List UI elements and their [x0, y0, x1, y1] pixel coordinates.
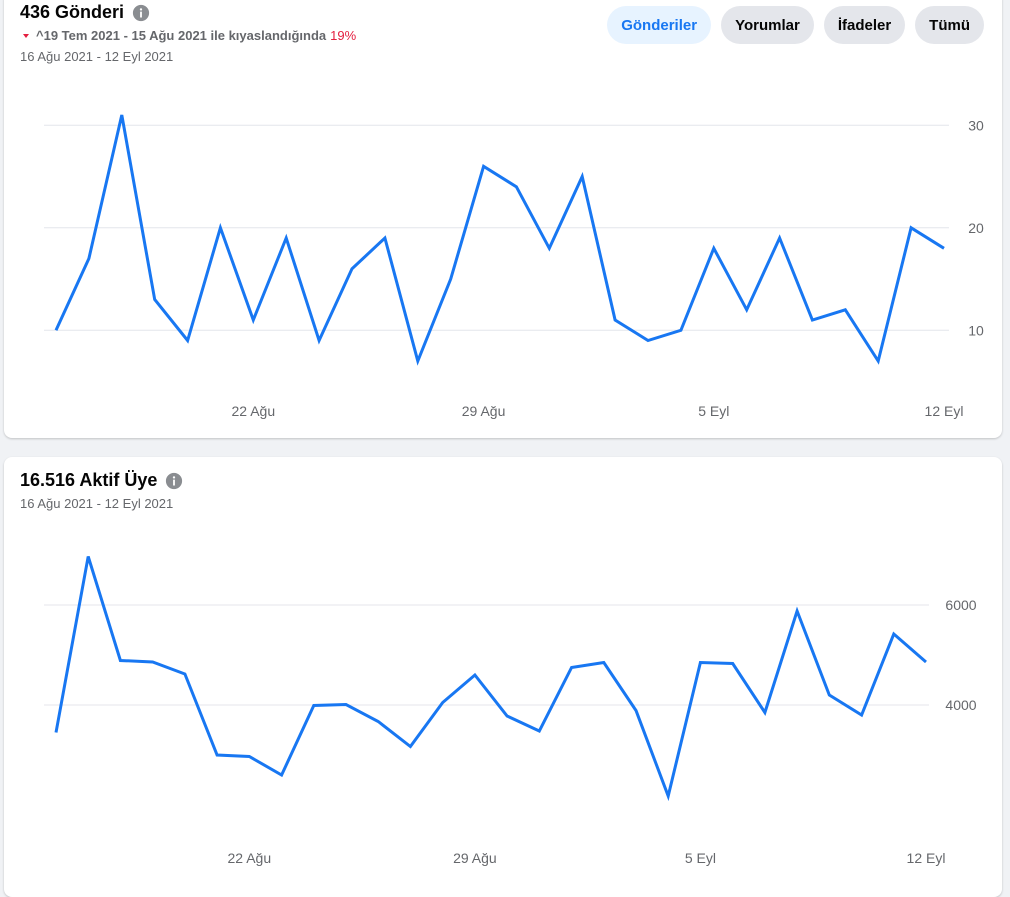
members-card: 16.516 Aktif Üye 16 Ağu 2021 - 12 Eyl 20…: [4, 457, 1002, 897]
x-tick-label: 5 Eyl: [685, 850, 716, 866]
data-point[interactable]: [856, 709, 868, 721]
data-point[interactable]: [276, 769, 288, 781]
y-tick-label: 30: [968, 117, 984, 133]
data-point[interactable]: [50, 727, 62, 739]
posts-line-chart: 10 20 30 22 Ağu 29 Ağu 5 Eyl 12 Eyl: [44, 109, 984, 419]
data-point[interactable]: [147, 656, 159, 668]
x-tick-label: 22 Ağu: [228, 850, 272, 866]
data-point[interactable]: [280, 232, 292, 244]
data-point[interactable]: [308, 700, 320, 712]
data-point[interactable]: [920, 656, 932, 668]
data-point[interactable]: [501, 710, 513, 722]
data-point[interactable]: [708, 242, 720, 254]
data-point[interactable]: [214, 222, 226, 234]
data-point[interactable]: [114, 655, 126, 667]
members-line-chart: 4000 6000 22 Ağu 29 Ağu 5 Eyl 12 Eyl: [44, 551, 977, 866]
data-point[interactable]: [609, 314, 621, 326]
data-point[interactable]: [543, 242, 555, 254]
x-tick-label: 5 Eyl: [698, 403, 729, 419]
x-tick-label: 12 Eyl: [925, 403, 964, 419]
data-point[interactable]: [741, 304, 753, 316]
data-point[interactable]: [116, 109, 128, 121]
data-point[interactable]: [888, 628, 900, 640]
data-point[interactable]: [437, 697, 449, 709]
data-point[interactable]: [642, 335, 654, 347]
data-point[interactable]: [774, 232, 786, 244]
data-point[interactable]: [404, 741, 416, 753]
data-point[interactable]: [313, 335, 325, 347]
data-point[interactable]: [872, 355, 884, 367]
data-point[interactable]: [469, 669, 481, 681]
data-point[interactable]: [675, 324, 687, 336]
data-point[interactable]: [243, 751, 255, 763]
data-point[interactable]: [566, 662, 578, 674]
data-point[interactable]: [905, 222, 917, 234]
data-point[interactable]: [533, 725, 545, 737]
x-tick-label: 12 Eyl: [907, 850, 946, 866]
data-point[interactable]: [412, 355, 424, 367]
data-point[interactable]: [82, 551, 94, 563]
data-point[interactable]: [340, 699, 352, 711]
data-point[interactable]: [379, 232, 391, 244]
y-tick-label: 6000: [945, 597, 976, 613]
data-point[interactable]: [759, 707, 771, 719]
x-tick-label: 29 Ağu: [462, 403, 506, 419]
data-point[interactable]: [211, 749, 223, 761]
data-point[interactable]: [727, 658, 739, 670]
data-point[interactable]: [50, 324, 62, 336]
data-point[interactable]: [806, 314, 818, 326]
data-point[interactable]: [694, 657, 706, 669]
y-tick-label: 4000: [945, 697, 976, 713]
data-point[interactable]: [179, 668, 191, 680]
x-tick-label: 22 Ağu: [232, 403, 276, 419]
data-point[interactable]: [478, 160, 490, 172]
data-point[interactable]: [182, 335, 194, 347]
data-point[interactable]: [83, 253, 95, 265]
data-point[interactable]: [576, 171, 588, 183]
posts-card: 436 Gönderi ^19 Tem 2021 - 15 Ağu 2021 i…: [4, 0, 1002, 438]
data-point[interactable]: [247, 314, 259, 326]
data-point[interactable]: [938, 242, 950, 254]
data-point[interactable]: [149, 294, 161, 306]
data-point[interactable]: [445, 273, 457, 285]
data-point[interactable]: [823, 689, 835, 701]
y-tick-label: 20: [968, 220, 984, 236]
data-point[interactable]: [791, 605, 803, 617]
data-point[interactable]: [598, 657, 610, 669]
data-point[interactable]: [346, 263, 358, 275]
data-point[interactable]: [839, 304, 851, 316]
data-point[interactable]: [630, 705, 642, 717]
x-tick-label: 29 Ağu: [453, 850, 497, 866]
data-point[interactable]: [510, 181, 522, 193]
data-point[interactable]: [372, 716, 384, 728]
data-point[interactable]: [662, 790, 674, 802]
y-tick-label: 10: [968, 322, 984, 338]
